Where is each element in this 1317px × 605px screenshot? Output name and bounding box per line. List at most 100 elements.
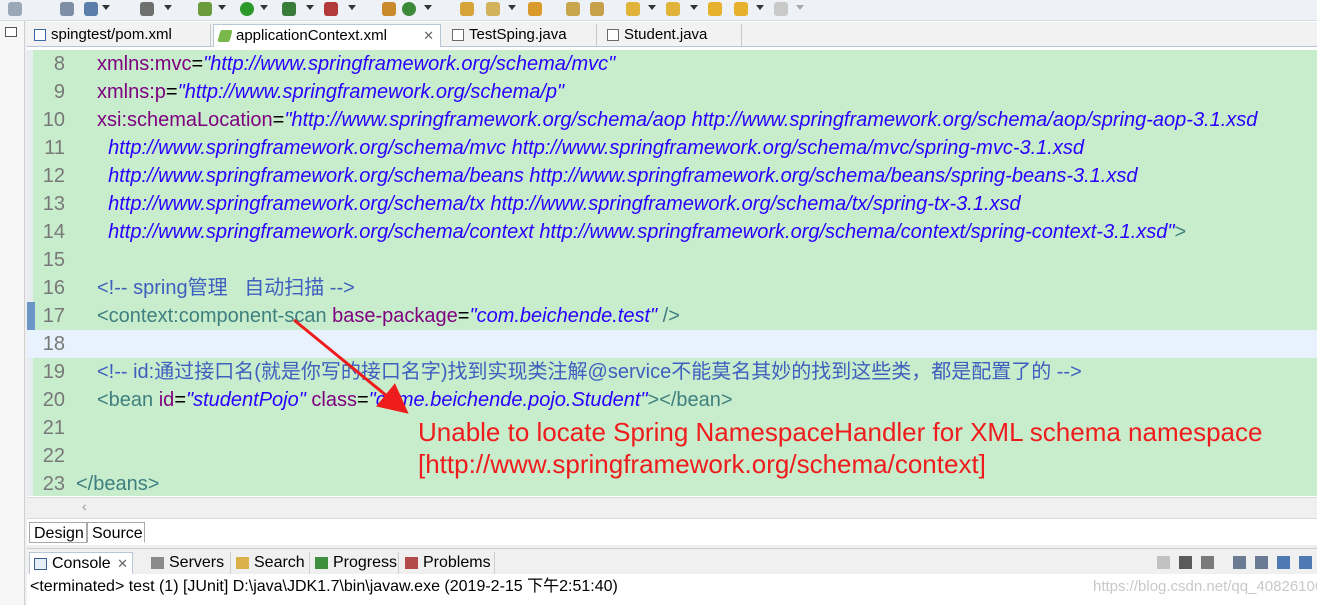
restore-icon[interactable]	[5, 27, 17, 37]
code-line[interactable]: 16 <!-- spring管理 自动扫描 -->	[27, 274, 1317, 302]
error-annotation-line-2: [http://www.springframework.org/schema/c…	[418, 449, 986, 479]
code-line[interactable]: 8 xmlns:mvc="http://www.springframework.o…	[27, 50, 1317, 78]
save-icon[interactable]	[60, 2, 74, 16]
line-text: http://www.springframework.org/schema/be…	[97, 162, 1137, 190]
line-number: 16	[42, 277, 65, 299]
line-number: 11	[44, 137, 65, 159]
chevron-down-icon[interactable]	[508, 5, 516, 10]
coverage-icon[interactable]	[282, 2, 296, 16]
java-file-icon	[452, 29, 464, 41]
tab-pom-xml[interactable]: spingtest/pom.xml	[29, 24, 211, 46]
tab-problems[interactable]: Problems	[401, 552, 495, 574]
token-val: http://www.springframework.org/schema/co…	[97, 221, 1175, 243]
run-icon[interactable]	[8, 2, 22, 16]
code-line[interactable]: 17 <context:component-scan base-package="…	[27, 302, 1317, 330]
back-icon[interactable]	[708, 2, 722, 16]
token-tag: <bean	[97, 389, 159, 411]
tab-student-java[interactable]: Student.java	[602, 24, 742, 46]
code-line[interactable]: 19 <!-- id:通过接口名(就是你写的接口名字)找到实现类注解@servic…	[27, 358, 1317, 386]
line-number: 21	[42, 417, 65, 439]
token-attr: id	[158, 389, 175, 411]
scroll-left-icon[interactable]: ‹	[82, 498, 87, 514]
line-text: xsi:schemaLocation="http://www.springfra…	[97, 106, 1257, 134]
debug-icon[interactable]	[198, 2, 212, 16]
servers-icon	[151, 557, 164, 569]
tab-label: Progress	[333, 554, 398, 571]
line-text: http://www.springframework.org/schema/mv…	[97, 134, 1084, 162]
chevron-down-icon[interactable]	[796, 5, 804, 10]
tab-progress[interactable]: Progress	[311, 552, 399, 574]
chevron-down-icon[interactable]	[260, 5, 268, 10]
tab-design[interactable]: Design	[29, 522, 87, 543]
forward-icon[interactable]	[774, 2, 788, 16]
chevron-down-icon[interactable]	[756, 5, 764, 10]
token-val: "http://www.springframework.org/schema/a…	[284, 109, 1258, 131]
tab-console[interactable]: Console ✕	[29, 552, 133, 574]
spring-xml-icon	[217, 30, 233, 42]
remove-launch-icon[interactable]	[1179, 556, 1192, 569]
back-nav-icon[interactable]	[734, 2, 748, 16]
tab-label: Problems	[423, 554, 491, 571]
chevron-down-icon[interactable]	[102, 5, 110, 10]
next-annotation-icon[interactable]	[626, 2, 640, 16]
line-number: 9	[53, 81, 65, 103]
print-icon[interactable]	[140, 2, 154, 16]
code-line[interactable]: 20 <bean id="studentPojo" class="come.bei…	[27, 386, 1317, 414]
chevron-down-icon[interactable]	[348, 5, 356, 10]
tab-application-context-xml[interactable]: applicationContext.xml ✕	[213, 24, 441, 47]
chevron-down-icon[interactable]	[218, 5, 226, 10]
line-text: http://www.springframework.org/schema/tx…	[97, 190, 1021, 218]
tab-servers[interactable]: Servers	[147, 552, 231, 574]
display-console-icon[interactable]	[1277, 556, 1290, 569]
open-console-icon[interactable]	[1299, 556, 1312, 569]
chevron-down-icon[interactable]	[306, 5, 314, 10]
code-line[interactable]: 11 http://www.springframework.org/schema…	[27, 134, 1317, 162]
open-type-icon[interactable]	[460, 2, 474, 16]
line-number: 17	[42, 305, 65, 327]
run-green-icon[interactable]	[240, 2, 254, 16]
pin-console-icon[interactable]	[1255, 556, 1268, 569]
chevron-down-icon[interactable]	[424, 5, 432, 10]
code-line[interactable]: 18	[27, 330, 1317, 358]
code-line[interactable]: 14 http://www.springframework.org/schema…	[27, 218, 1317, 246]
chevron-down-icon[interactable]	[164, 5, 172, 10]
code-line[interactable]: 12 http://www.springframework.org/schema…	[27, 162, 1317, 190]
token-val: http://www.springframework.org/schema/mv…	[97, 137, 1084, 159]
line-number: 23	[42, 473, 65, 495]
line-number: 10	[42, 109, 65, 131]
external-tools-icon[interactable]	[324, 2, 338, 16]
tab-search[interactable]: Search	[232, 552, 310, 574]
open-icon[interactable]	[84, 2, 98, 16]
token-plain: =	[165, 81, 178, 103]
line-number: 18	[42, 333, 65, 355]
tab-testsping-java[interactable]: TestSping.java	[447, 24, 597, 46]
error-annotation-line-1: Unable to locate Spring NamespaceHandler…	[418, 417, 1263, 447]
code-line[interactable]: 10 xsi:schemaLocation="http://www.springf…	[27, 106, 1317, 134]
pencil-icon[interactable]	[486, 2, 500, 16]
token-plain: =	[272, 109, 285, 131]
left-trim	[0, 21, 25, 605]
token-tag: ></bean>	[647, 389, 733, 411]
horizontal-scrollbar[interactable]: ‹	[27, 497, 1317, 518]
chevron-down-icon[interactable]	[648, 5, 656, 10]
token-attr: class	[311, 389, 357, 411]
new-package-icon[interactable]	[382, 2, 396, 16]
code-line[interactable]: 9 xmlns:p="http://www.springframework.org…	[27, 78, 1317, 106]
code-line[interactable]: 15	[27, 246, 1317, 274]
tab-source[interactable]: Source	[87, 522, 145, 543]
close-icon[interactable]: ✕	[117, 553, 128, 575]
annotation-icon[interactable]	[566, 2, 580, 16]
console-output[interactable]: <terminated> test (1) [JUnit] D:\java\JD…	[27, 574, 1317, 605]
remove-all-icon[interactable]	[1201, 556, 1214, 569]
new-class-icon[interactable]	[402, 2, 416, 16]
open-task-icon[interactable]	[528, 2, 542, 16]
stop-icon[interactable]	[1157, 556, 1170, 569]
prev-annotation-icon[interactable]	[666, 2, 680, 16]
chevron-down-icon[interactable]	[690, 5, 698, 10]
scroll-lock-icon[interactable]	[1233, 556, 1246, 569]
close-icon[interactable]: ✕	[423, 25, 434, 47]
line-text: http://www.springframework.org/schema/co…	[97, 218, 1186, 246]
token-cmt: <!-- spring管理 自动扫描 -->	[97, 277, 355, 299]
code-line[interactable]: 13 http://www.springframework.org/schema…	[27, 190, 1317, 218]
bookmark-icon[interactable]	[590, 2, 604, 16]
